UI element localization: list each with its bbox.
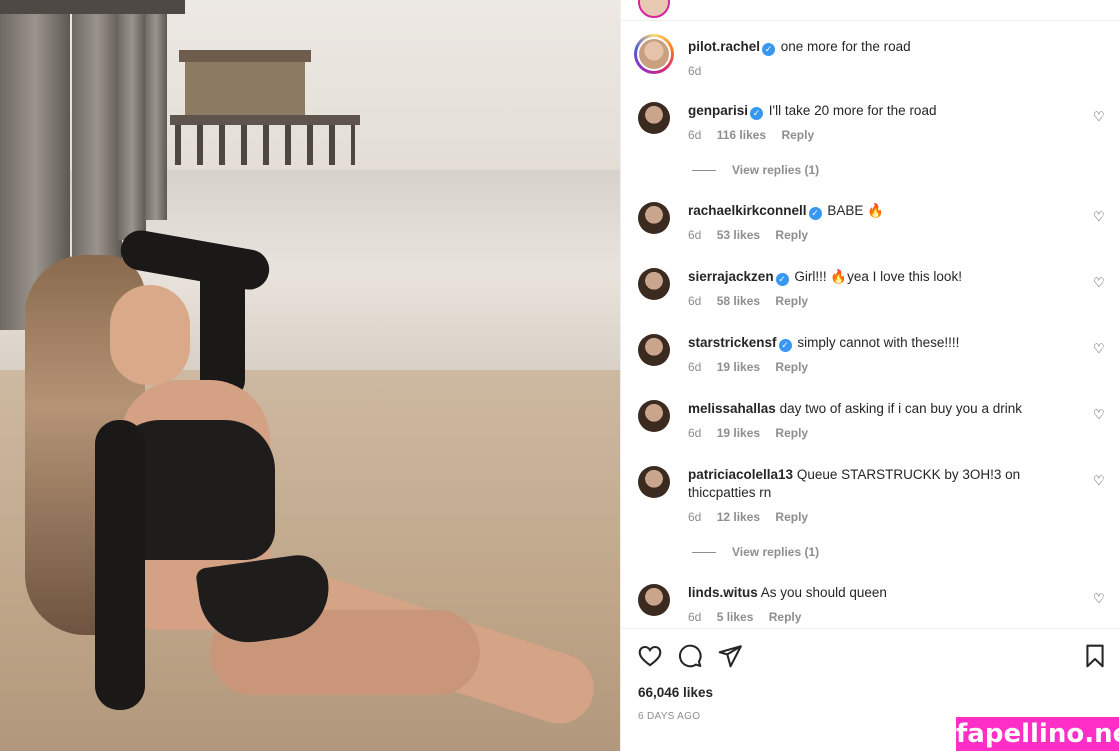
comment-likes[interactable]: 12 likes — [717, 510, 760, 524]
avatar[interactable] — [638, 584, 670, 616]
view-replies-button[interactable]: View replies (1) — [692, 545, 819, 559]
pier-legs — [175, 125, 355, 165]
model-face — [110, 285, 190, 385]
model-arm — [200, 250, 245, 400]
comment-text: BABE 🔥 — [827, 203, 884, 218]
comment-age: 6d — [688, 360, 702, 374]
heart-icon[interactable]: ♡ — [1093, 408, 1107, 422]
avatar[interactable] — [638, 400, 670, 432]
heart-icon[interactable]: ♡ — [1093, 342, 1107, 356]
avatar[interactable] — [638, 102, 670, 134]
comment-username[interactable]: genparisi — [688, 103, 748, 118]
view-replies-label: View replies (1) — [732, 545, 820, 559]
comment-username[interactable]: sierrajackzen — [688, 269, 774, 284]
comments-panel: pilot.rachel ✓ one more for the road 6d g… — [620, 0, 1119, 751]
comment-likes[interactable]: 53 likes — [717, 228, 760, 242]
comment-username[interactable]: rachaelkirkconnell — [688, 203, 807, 218]
likes-count[interactable]: 66,046 likes — [638, 685, 713, 700]
heart-icon[interactable]: ♡ — [1093, 210, 1107, 224]
view-replies-label: View replies (1) — [732, 163, 820, 177]
post-timestamp: 6 DAYS AGO — [638, 711, 701, 722]
comment-text: I'll take 20 more for the road — [768, 103, 937, 118]
pier-pillar — [72, 0, 122, 270]
post-photo[interactable] — [0, 0, 620, 751]
comment-likes[interactable]: 116 likes — [717, 128, 766, 142]
reply-button[interactable]: Reply — [775, 228, 808, 242]
heart-icon[interactable]: ♡ — [1093, 276, 1107, 290]
avatar[interactable] — [638, 268, 670, 300]
comment-age: 6d — [688, 610, 702, 624]
heart-icon[interactable] — [637, 643, 663, 669]
pier-pillar — [145, 0, 167, 220]
comment-likes[interactable]: 19 likes — [717, 426, 760, 440]
comment-age: 6d — [688, 510, 702, 524]
comment-text: As you should queen — [760, 585, 887, 600]
comment-age: 6d — [688, 294, 702, 308]
comment-icon[interactable] — [677, 643, 703, 669]
reply-button[interactable]: Reply — [775, 426, 808, 440]
avatar[interactable] — [638, 466, 670, 498]
comment-likes[interactable]: 58 likes — [717, 294, 760, 308]
comment-text: day two of asking if i can buy you a dri… — [779, 401, 1022, 416]
reply-button[interactable]: Reply — [775, 294, 808, 308]
verified-icon: ✓ — [775, 273, 789, 286]
comment-username[interactable]: starstrickensf — [688, 335, 777, 350]
caption-age: 6d — [688, 64, 702, 78]
bookmark-icon[interactable] — [1082, 643, 1108, 669]
reply-button[interactable]: Reply — [781, 128, 814, 142]
verified-icon: ✓ — [762, 43, 776, 56]
caption-username[interactable]: pilot.rachel — [688, 39, 760, 54]
comment-text: simply cannot with these!!!! — [797, 335, 960, 350]
heart-icon[interactable]: ♡ — [1093, 592, 1107, 606]
comment-username[interactable]: melissahallas — [688, 401, 776, 416]
heart-icon[interactable]: ♡ — [1093, 474, 1107, 488]
avatar[interactable] — [638, 202, 670, 234]
heart-icon[interactable]: ♡ — [1093, 110, 1107, 124]
watermark: fapellino.net — [956, 717, 1119, 751]
comment-age: 6d — [688, 228, 702, 242]
header-avatar[interactable] — [638, 0, 670, 18]
share-icon[interactable] — [717, 643, 743, 669]
view-replies-button[interactable]: View replies (1) — [692, 163, 819, 177]
reply-button[interactable]: Reply — [775, 360, 808, 374]
verified-icon: ✓ — [750, 107, 764, 120]
caption-text: one more for the road — [780, 39, 911, 54]
verified-icon: ✓ — [808, 207, 822, 220]
comment-username[interactable]: patriciacolella13 — [688, 467, 793, 482]
pier-pillar — [118, 0, 146, 240]
comment-age: 6d — [688, 128, 702, 142]
reply-button[interactable]: Reply — [769, 610, 802, 624]
reply-button[interactable]: Reply — [775, 510, 808, 524]
comment-list[interactable]: pilot.rachel ✓ one more for the road 6d g… — [621, 22, 1119, 628]
avatar[interactable] — [634, 34, 674, 74]
comment-age: 6d — [688, 426, 702, 440]
avatar[interactable] — [638, 334, 670, 366]
comment-username[interactable]: linds.witus — [688, 585, 758, 600]
divider — [621, 20, 1119, 21]
model-arm — [95, 420, 145, 710]
pier-beam — [0, 0, 185, 14]
verified-icon: ✓ — [778, 339, 792, 352]
pier-deck — [170, 115, 360, 125]
comment-text: Girl!!! 🔥yea I love this look! — [794, 269, 962, 284]
comment-likes[interactable]: 19 likes — [717, 360, 760, 374]
comment-likes[interactable]: 5 likes — [717, 610, 754, 624]
pier-house — [179, 50, 311, 115]
divider — [621, 628, 1119, 629]
